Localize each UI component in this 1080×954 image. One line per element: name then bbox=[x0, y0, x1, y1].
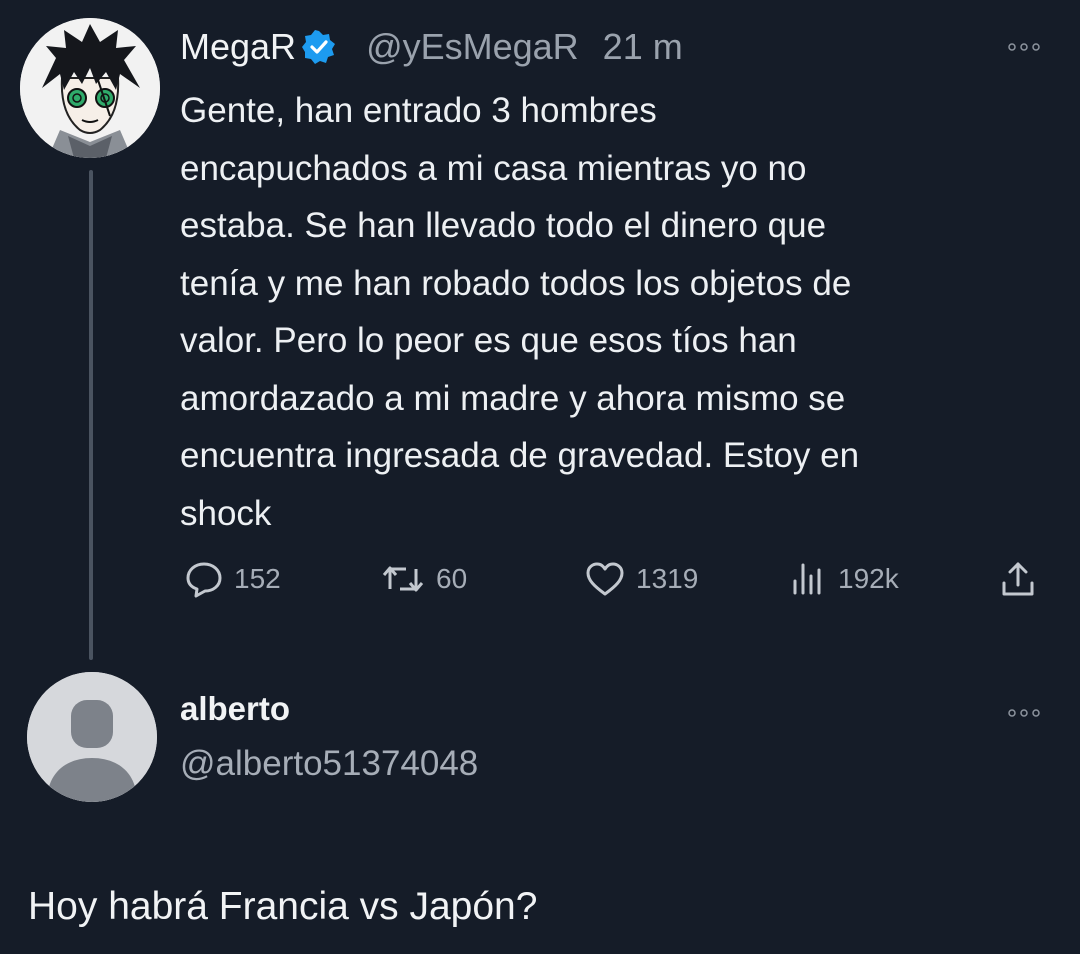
tweet-actions: 152 60 1319 192k bbox=[180, 556, 1050, 606]
reply-text: Hoy habrá Francia vs Japón? bbox=[28, 885, 538, 928]
reply-avatar[interactable] bbox=[27, 672, 157, 802]
like-button[interactable]: 1319 bbox=[584, 556, 698, 602]
reply-button[interactable]: 152 bbox=[184, 556, 281, 602]
more-dots-icon[interactable] bbox=[1006, 40, 1042, 52]
tweet-text: Gente, han entrado 3 hombres encapuchado… bbox=[180, 91, 860, 533]
views-bars-icon bbox=[793, 563, 821, 595]
like-count: 1319 bbox=[636, 563, 699, 594]
retweet-icon bbox=[382, 566, 424, 592]
verified-badge-icon bbox=[302, 30, 336, 64]
reply-bubble-icon bbox=[186, 562, 222, 598]
thread-connector-line bbox=[89, 170, 93, 660]
anime-avatar-image bbox=[20, 18, 160, 158]
more-dots-icon[interactable] bbox=[1006, 706, 1042, 718]
author-name[interactable]: MegaR bbox=[180, 26, 296, 68]
retweet-button[interactable]: 60 bbox=[380, 556, 467, 602]
tweet-thread: MegaR @yEsMegaR 21 m Gente, han entrado … bbox=[0, 0, 1080, 954]
author-handle[interactable]: @yEsMegaR bbox=[366, 26, 579, 68]
heart-icon bbox=[586, 562, 624, 596]
views-count: 192k bbox=[838, 563, 899, 594]
reply-author-handle[interactable]: @alberto51374048 bbox=[180, 744, 478, 784]
tweet-timestamp[interactable]: 21 m bbox=[603, 26, 683, 68]
avatar[interactable] bbox=[20, 18, 160, 158]
retweet-count: 60 bbox=[436, 563, 468, 594]
reply-author-name[interactable]: alberto bbox=[180, 690, 290, 728]
views-button[interactable]: 192k bbox=[788, 556, 899, 602]
default-profile-icon bbox=[27, 672, 157, 802]
share-button[interactable] bbox=[998, 556, 1048, 602]
reply-count: 152 bbox=[234, 563, 281, 594]
share-icon bbox=[1002, 562, 1034, 596]
tweet-header: MegaR @yEsMegaR 21 m bbox=[180, 22, 683, 72]
